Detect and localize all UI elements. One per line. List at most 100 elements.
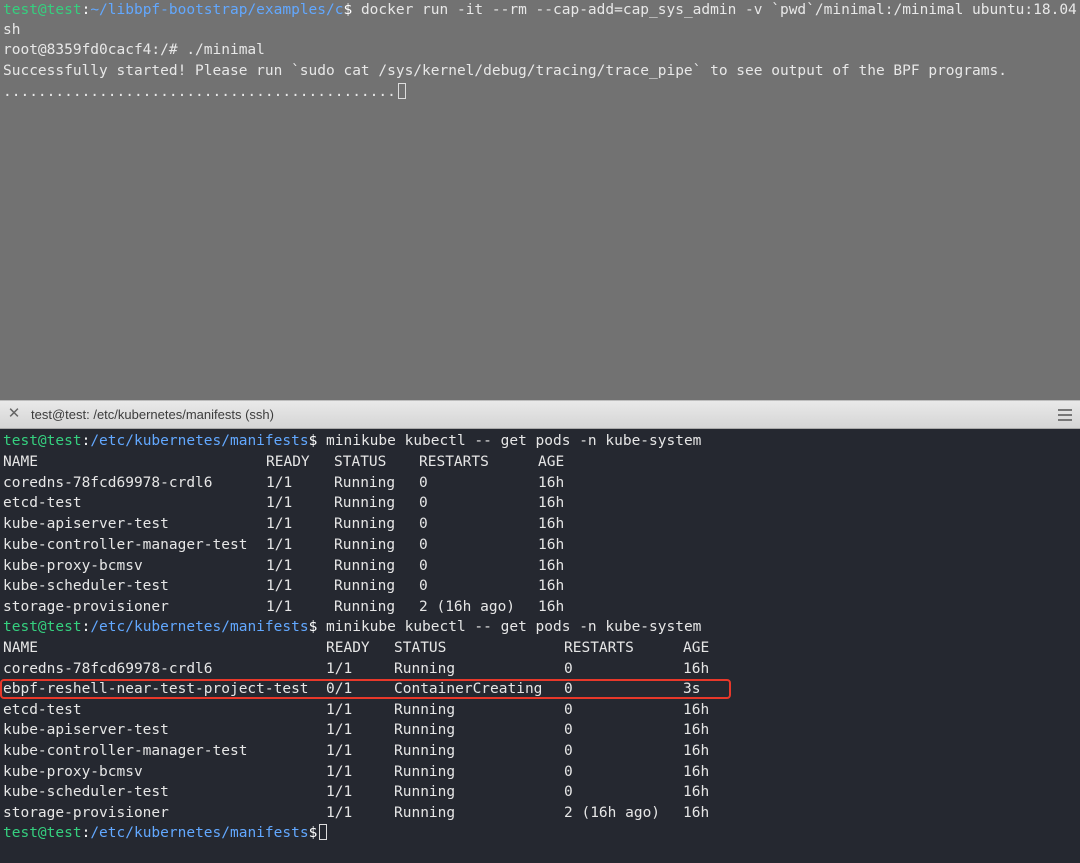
- prompt-user: test@test: [3, 2, 82, 18]
- table-row: kube-apiserver-test 1/1 Running 0 16h: [0, 720, 1080, 740]
- table-row: etcd-test 1/1 Running 0 16h: [0, 493, 1080, 513]
- cell-status: Running: [334, 578, 396, 595]
- cell-ready: 1/1: [326, 722, 353, 739]
- cell-age: 16h: [538, 495, 565, 512]
- terminal-cursor: [319, 824, 328, 840]
- header-ready: READY: [326, 640, 370, 656]
- cell-ready: 1/1: [326, 784, 353, 801]
- cell-ready: 1/1: [326, 804, 353, 821]
- docker-command-wrap: sh: [3, 22, 21, 38]
- header-status: STATUS: [334, 454, 387, 470]
- root-prompt-line: root@8359fd0cacf4:/# ./minimal: [3, 42, 265, 58]
- cell-status: Running: [334, 516, 396, 533]
- cell-name: etcd-test: [3, 701, 82, 718]
- tab-title: test@test: /etc/kubernetes/manifests (ss…: [31, 407, 274, 422]
- cell-age: 16h: [538, 474, 565, 491]
- cell-status: Running: [394, 660, 456, 677]
- cell-ready: 1/1: [326, 763, 353, 780]
- kubectl-command-line-2: test@test:/etc/kubernetes/manifests$ min…: [3, 619, 702, 635]
- cell-ready: 1/1: [266, 536, 293, 553]
- kubectl-command-line-1: test@test:/etc/kubernetes/manifests$ min…: [3, 433, 702, 449]
- cell-status: Running: [334, 598, 396, 615]
- bottom-terminal-pane[interactable]: test@test:/etc/kubernetes/manifests$ min…: [0, 429, 1080, 863]
- cell-restarts: 0: [419, 578, 428, 595]
- cell-age: 16h: [683, 660, 710, 677]
- table-row: kube-proxy-bcmsv 1/1 Running 0 16h: [0, 556, 1080, 576]
- cell-status: Running: [334, 495, 396, 512]
- table-row: kube-controller-manager-test 1/1 Running 0 1…: [0, 535, 1080, 555]
- table-row: coredns-78fcd69978-crdl6 1/1 Running 0 16h: [0, 659, 1080, 679]
- cell-status: Running: [334, 557, 396, 574]
- ssh-tab-titlebar[interactable]: ✕ test@test: /etc/kubernetes/manifests (…: [0, 400, 1080, 429]
- cell-restarts: 0: [564, 784, 573, 801]
- cell-name: kube-proxy-bcmsv: [3, 763, 143, 780]
- cell-name: kube-controller-manager-test: [3, 536, 248, 553]
- cell-age: 16h: [683, 804, 710, 821]
- cell-restarts: 0: [564, 660, 573, 677]
- cell-ready: 1/1: [266, 578, 293, 595]
- table-row: etcd-test 1/1 Running 0 16h: [0, 700, 1080, 720]
- cell-name: coredns-78fcd69978-crdl6: [3, 660, 213, 677]
- final-prompt-line: test@test:/etc/kubernetes/manifests$: [3, 823, 328, 843]
- close-icon[interactable]: ✕: [7, 406, 21, 422]
- cell-age: 16h: [683, 763, 710, 780]
- header-restarts: RESTARTS: [564, 640, 634, 656]
- cell-age: 16h: [683, 722, 710, 739]
- cell-restarts: 0: [419, 557, 428, 574]
- cell-status: Running: [394, 743, 456, 759]
- progress-dots: ........................................…: [3, 84, 396, 100]
- cell-age: 16h: [538, 516, 565, 533]
- prompt-sign: $: [343, 2, 353, 18]
- cell-restarts: 0: [419, 474, 428, 491]
- cell-ready: 1/1: [266, 598, 293, 615]
- cell-restarts: 2 (16h ago): [419, 598, 516, 615]
- cell-name: kube-scheduler-test: [3, 578, 169, 595]
- cell-name: storage-provisioner: [3, 598, 169, 615]
- cell-name: kube-controller-manager-test: [3, 743, 248, 759]
- top-terminal-pane[interactable]: test@test:~/libbpf-bootstrap/examples/c$…: [0, 0, 1080, 400]
- header-name: NAME: [3, 640, 38, 656]
- table-row: kube-scheduler-test 1/1 Running 0 16h: [0, 576, 1080, 596]
- cell-restarts: 2 (16h ago): [564, 804, 661, 821]
- cell-age: 16h: [538, 557, 565, 574]
- cell-ready: 1/1: [266, 516, 293, 533]
- cell-age: 16h: [538, 598, 565, 615]
- cell-ready: 1/1: [266, 557, 293, 574]
- header-age: AGE: [538, 454, 565, 470]
- cell-ready: 1/1: [326, 701, 353, 718]
- success-message: Successfully started! Please run `sudo c…: [3, 63, 1007, 79]
- prompt-path: ~/libbpf-bootstrap/examples/c: [90, 2, 344, 18]
- header-name: NAME: [3, 454, 38, 470]
- cell-ready: 1/1: [326, 743, 353, 759]
- cell-name: etcd-test: [3, 495, 82, 512]
- cell-restarts: 0: [564, 722, 573, 739]
- header-restarts: RESTARTS: [419, 454, 489, 470]
- docker-command-line: test@test:~/libbpf-bootstrap/examples/c$…: [3, 0, 1080, 20]
- cell-status: Running: [334, 536, 396, 553]
- cell-status: Running: [394, 763, 456, 780]
- cell-restarts: 0: [419, 495, 428, 512]
- cell-name: storage-provisioner: [3, 804, 169, 821]
- highlight-box-ebpf-pod: [0, 679, 731, 699]
- cell-restarts: 0: [564, 701, 573, 718]
- cell-restarts: 0: [419, 516, 428, 533]
- table-row: coredns-78fcd69978-crdl6 1/1 Running 0 16h: [0, 473, 1080, 493]
- cell-ready: 1/1: [266, 474, 293, 491]
- cell-name: kube-apiserver-test: [3, 722, 169, 739]
- table-row: kube-controller-manager-test 1/1 Running 0 1…: [0, 741, 1080, 761]
- table-header-row: NAME READY STATUS RESTARTS AGE: [0, 638, 1080, 658]
- cell-name: kube-apiserver-test: [3, 516, 169, 533]
- cell-name: kube-scheduler-test: [3, 784, 169, 801]
- cell-name: coredns-78fcd69978-crdl6: [3, 474, 213, 491]
- cell-age: 16h: [538, 578, 565, 595]
- cell-age: 16h: [538, 536, 565, 553]
- terminal-cursor: [397, 83, 406, 99]
- table-header-row: NAME READY STATUS RESTARTS AGE: [0, 452, 1080, 472]
- cell-status: Running: [334, 474, 396, 491]
- table-row: kube-apiserver-test 1/1 Running 0 16h: [0, 514, 1080, 534]
- hamburger-menu-icon[interactable]: [1058, 409, 1072, 421]
- cell-restarts: 0: [419, 536, 428, 553]
- table-row: kube-scheduler-test 1/1 Running 0 16h: [0, 782, 1080, 802]
- header-ready: READY: [266, 454, 310, 470]
- header-age: AGE: [683, 640, 710, 656]
